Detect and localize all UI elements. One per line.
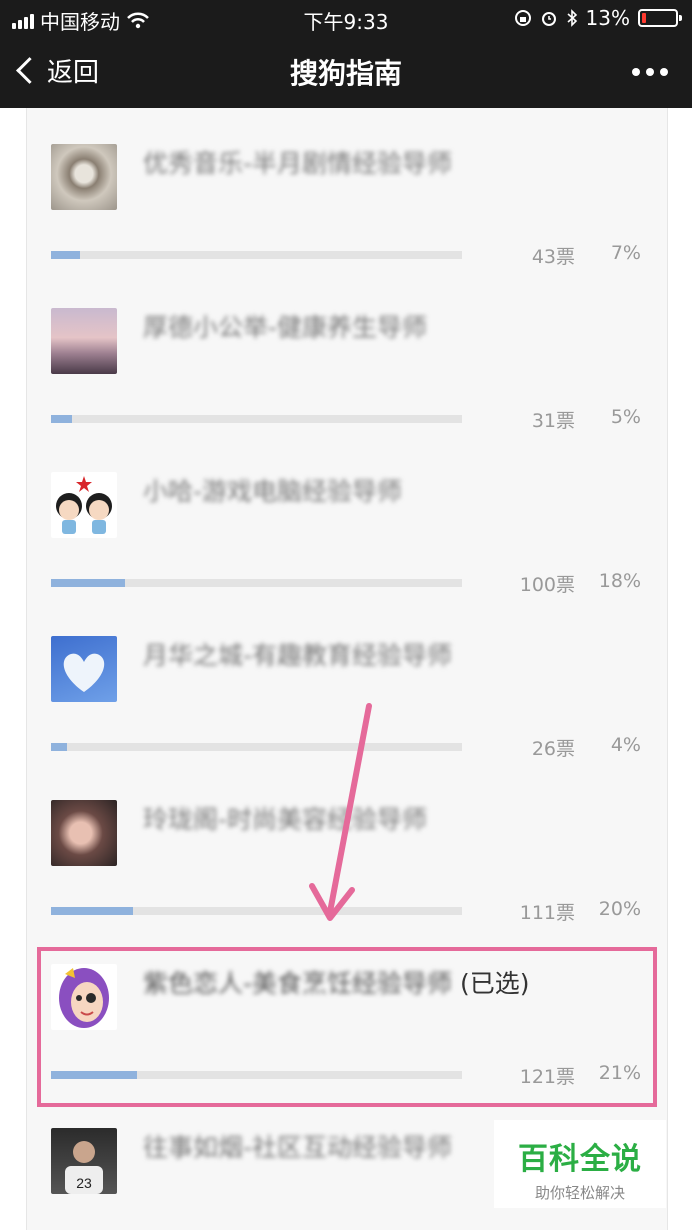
bluetooth-icon (567, 9, 577, 27)
selected-highlight-box (37, 947, 657, 1107)
avatar (51, 800, 117, 866)
vote-count: 31票 (531, 410, 575, 432)
option-name: 小哈-游戏电脑经验导师 (143, 477, 403, 506)
option-name: 月华之城-有趣教育经验导师 (143, 641, 453, 670)
vote-option[interactable]: 优秀音乐-半月剧情经验导师 43票 7% (27, 108, 667, 272)
progress-bar (51, 579, 462, 587)
vote-percent: 20% (598, 898, 641, 920)
vote-percent: 18% (598, 570, 641, 592)
avatar (51, 144, 117, 210)
progress-fill (51, 579, 125, 587)
progress-fill (51, 743, 67, 751)
svg-text:23: 23 (76, 1175, 92, 1191)
progress-fill (51, 251, 80, 259)
status-bar: 中国移动 下午9:33 13% (0, 0, 692, 36)
option-name: 往事如烟-社区互动经验导师 (143, 1133, 453, 1162)
vote-option[interactable]: 玲珑阁-时尚美容经验导师 111票 20% (27, 764, 667, 928)
nav-bar: 返回 搜狗指南 (0, 36, 692, 108)
option-name: 厚德小公举-健康养生导师 (143, 313, 428, 342)
page-title: 搜狗指南 (289, 57, 402, 90)
vote-option[interactable]: 厚德小公举-健康养生导师 31票 5% (27, 272, 667, 436)
avatar: 23 (51, 1128, 117, 1194)
rotation-lock-icon (514, 10, 531, 26)
vote-percent: 5% (610, 406, 641, 428)
vote-percent: 4% (610, 734, 641, 756)
option-name: 玲珑阁-时尚美容经验导师 (143, 805, 428, 834)
avatar (51, 636, 117, 702)
progress-bar (51, 743, 462, 751)
progress-fill (51, 415, 72, 423)
watermark-subtitle: 助你轻松解决 (534, 1184, 625, 1202)
status-right: 13% (514, 6, 682, 30)
vote-count: 43票 (531, 246, 575, 268)
more-dots-icon[interactable] (632, 68, 668, 76)
progress-fill (51, 907, 133, 915)
alarm-icon (541, 12, 556, 26)
vote-percent: 7% (610, 242, 641, 264)
progress-bar (51, 415, 462, 423)
vote-count: 100票 (519, 574, 575, 596)
watermark-title: 百科全说 (518, 1142, 642, 1177)
avatar (51, 472, 117, 538)
watermark-logo: 百科全说 助你轻松解决 (494, 1120, 666, 1208)
progress-bar (51, 251, 462, 259)
avatar (51, 308, 117, 374)
vote-count: 111票 (519, 902, 575, 924)
vote-count: 26票 (531, 738, 575, 760)
progress-bar (51, 907, 462, 915)
vote-option[interactable]: 月华之城-有趣教育经验导师 26票 4% (27, 600, 667, 764)
battery-percent: 13% (585, 6, 630, 30)
option-name: 优秀音乐-半月剧情经验导师 (143, 149, 453, 178)
vote-option[interactable]: 小哈-游戏电脑经验导师 100票 18% (27, 436, 667, 600)
battery-icon (638, 9, 682, 27)
